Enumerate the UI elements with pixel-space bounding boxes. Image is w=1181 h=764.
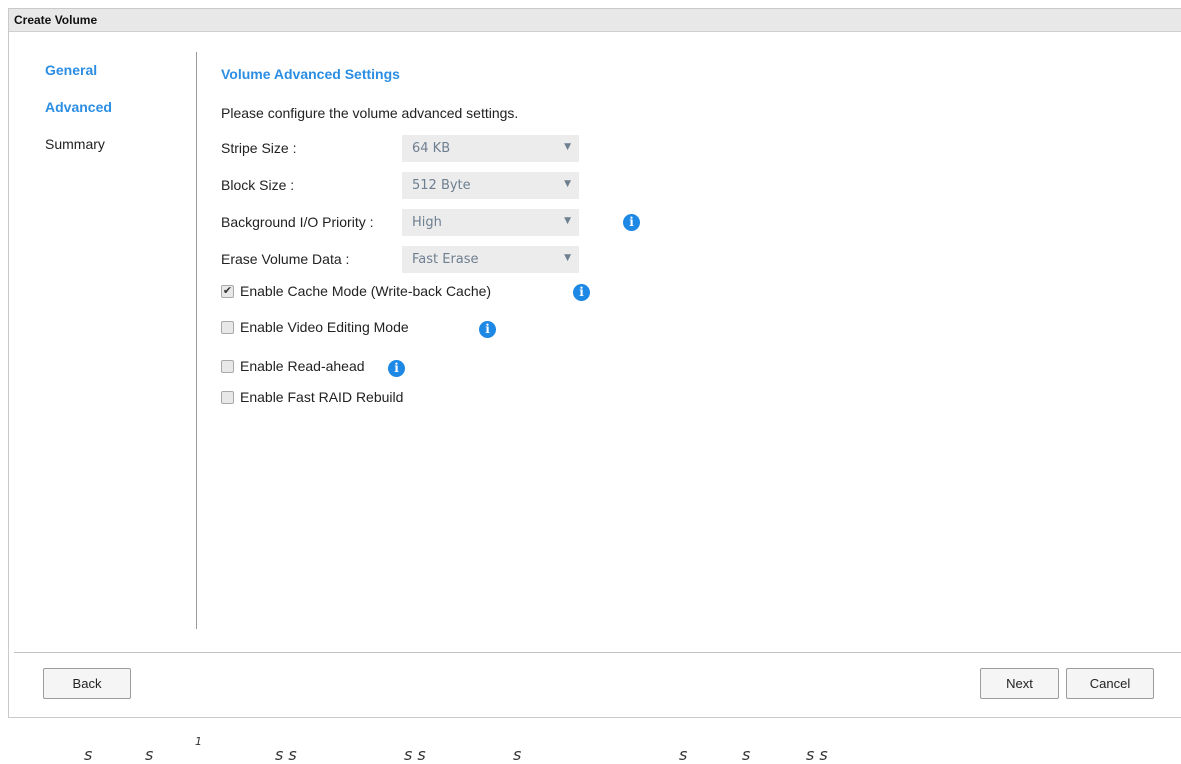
- section-description: Please configure the volume advanced set…: [221, 105, 519, 121]
- stripe-size-select[interactable]: 64 KB ▼: [402, 135, 579, 162]
- block-size-row: Block Size : 512 Byte ▼: [221, 172, 721, 199]
- dialog-title: Create Volume: [9, 9, 1181, 32]
- chevron-down-icon: ▼: [564, 179, 571, 189]
- info-icon[interactable]: i: [388, 360, 405, 377]
- step-summary[interactable]: Summary: [45, 136, 112, 153]
- footer-fragment: s: [84, 745, 93, 764]
- create-volume-dialog: Create Volume General Advanced Summary V…: [8, 8, 1181, 718]
- chevron-down-icon: ▼: [564, 142, 571, 152]
- block-size-select[interactable]: 512 Byte ▼: [402, 172, 579, 199]
- block-size-value: 512 Byte: [412, 178, 471, 193]
- erase-volume-data-label: Erase Volume Data :: [221, 251, 350, 267]
- section-title: Volume Advanced Settings: [221, 66, 400, 82]
- info-icon[interactable]: i: [623, 214, 640, 231]
- stripe-size-row: Stripe Size : 64 KB ▼: [221, 135, 721, 162]
- back-button[interactable]: Back: [43, 668, 131, 699]
- info-icon[interactable]: i: [479, 321, 496, 338]
- read-ahead-checkbox[interactable]: [221, 360, 234, 373]
- info-icon[interactable]: i: [573, 284, 590, 301]
- block-size-label: Block Size :: [221, 177, 295, 193]
- footer-fragment: s s: [404, 745, 426, 764]
- bg-io-priority-label: Background I/O Priority :: [221, 214, 374, 230]
- cancel-button[interactable]: Cancel: [1066, 668, 1154, 699]
- footer-fragment: s: [513, 745, 522, 764]
- vertical-divider: [196, 52, 197, 629]
- bg-io-priority-value: High: [412, 215, 442, 230]
- erase-volume-data-row: Erase Volume Data : Fast Erase ▼: [221, 246, 721, 273]
- video-editing-label: Enable Video Editing Mode: [240, 319, 409, 335]
- erase-volume-data-select[interactable]: Fast Erase ▼: [402, 246, 579, 273]
- footer-fragment: s s: [275, 745, 297, 764]
- next-button[interactable]: Next: [980, 668, 1059, 699]
- step-general[interactable]: General: [45, 62, 112, 79]
- step-advanced[interactable]: Advanced: [45, 99, 112, 116]
- bg-io-priority-row: Background I/O Priority : High ▼ i: [221, 209, 721, 236]
- footer-fragment: s: [145, 745, 154, 764]
- cache-mode-checkbox[interactable]: ✔: [221, 285, 234, 298]
- fast-raid-rebuild-checkbox[interactable]: [221, 391, 234, 404]
- fast-raid-rebuild-label: Enable Fast RAID Rebuild: [240, 389, 404, 405]
- cache-mode-label: Enable Cache Mode (Write-back Cache): [240, 283, 492, 299]
- footer-fragment: 1: [195, 735, 202, 748]
- footer-fragment: s s: [806, 745, 828, 764]
- read-ahead-label: Enable Read-ahead: [240, 358, 365, 374]
- footer-divider: [14, 652, 1181, 653]
- footer-fragment: s: [742, 745, 751, 764]
- chevron-down-icon: ▼: [564, 216, 571, 226]
- chevron-down-icon: ▼: [564, 253, 571, 263]
- footer-fragment: s: [679, 745, 688, 764]
- bg-io-priority-select[interactable]: High ▼: [402, 209, 579, 236]
- erase-volume-data-value: Fast Erase: [412, 252, 479, 267]
- stripe-size-label: Stripe Size :: [221, 140, 297, 156]
- video-editing-checkbox[interactable]: [221, 321, 234, 334]
- wizard-steps: General Advanced Summary: [45, 62, 112, 173]
- stripe-size-value: 64 KB: [412, 141, 451, 156]
